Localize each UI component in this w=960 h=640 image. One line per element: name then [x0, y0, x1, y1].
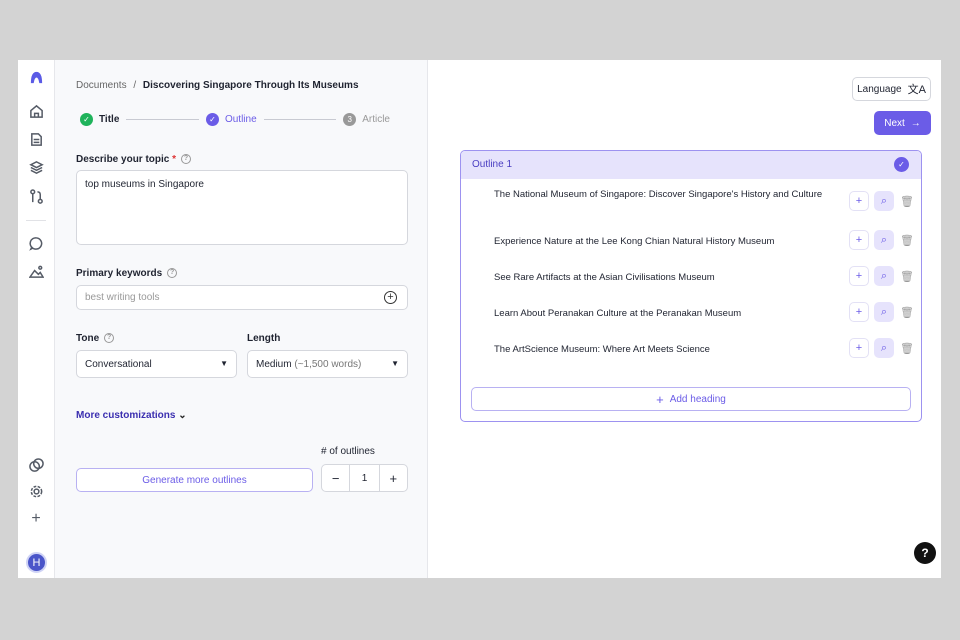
research-icon[interactable]: ⌕ [874, 230, 894, 250]
logo-icon[interactable] [27, 68, 45, 86]
chevron-down-icon: ⌄ [178, 410, 187, 421]
check-icon: ✓ [205, 113, 219, 126]
research-icon[interactable]: ⌕ [874, 191, 894, 211]
trash-icon[interactable]: 🗑 [897, 302, 917, 322]
settings-icon[interactable] [27, 482, 45, 500]
help-button[interactable]: ? [914, 542, 936, 564]
arrow-right-icon: → [910, 117, 921, 129]
add-icon[interactable]: + [27, 510, 45, 528]
step-label: Title [99, 114, 120, 125]
outline-title: Outline 1 [472, 159, 513, 170]
check-icon: ✓ [80, 113, 93, 126]
step-label: Outline [224, 114, 257, 125]
dropdown-arrow-icon: ▼ [391, 359, 399, 368]
more-customizations-link[interactable]: More customizations ⌄ [76, 410, 187, 421]
outline-heading[interactable]: See Rare Artifacts at the Asian Civilisa… [494, 272, 874, 284]
translate-icon: 文A [907, 84, 926, 96]
add-keyword-icon[interactable]: + [384, 291, 397, 304]
divider [26, 220, 46, 221]
outline-card[interactable]: Outline 1 ✓ The National Museum of Singap… [460, 150, 922, 422]
add-heading-button[interactable]: + Add heading [471, 387, 911, 411]
step-article[interactable]: 3 Article [343, 113, 390, 126]
breadcrumb-separator: / [133, 80, 137, 91]
topic-textarea[interactable]: top museums in Singapore [76, 170, 408, 245]
outlines-count-stepper: − 1 + [321, 464, 408, 492]
stepper: ✓ Title ✓ Outline 3 Article [80, 113, 390, 126]
length-select[interactable]: Medium (~1,500 words) ▼ [247, 350, 408, 378]
tone-select[interactable]: Conversational ▼ [76, 350, 237, 378]
outline-heading[interactable]: The ArtScience Museum: Where Art Meets S… [494, 344, 874, 356]
integrations-icon[interactable] [27, 456, 45, 474]
add-subheading-button[interactable]: + [849, 338, 869, 358]
document-icon[interactable] [27, 130, 45, 148]
research-icon[interactable]: ⌕ [874, 302, 894, 322]
step-title[interactable]: ✓ Title [80, 113, 119, 126]
add-subheading-button[interactable]: + [849, 230, 869, 250]
trash-icon[interactable]: 🗑 [897, 338, 917, 358]
generate-outlines-button[interactable]: Generate more outlines [76, 468, 313, 492]
check-icon[interactable]: ✓ [894, 157, 909, 172]
outlines-count-label: # of outlines [321, 446, 375, 457]
increment-button[interactable]: + [378, 465, 407, 491]
decrement-button[interactable]: − [322, 465, 351, 491]
avatar[interactable]: H [26, 552, 47, 573]
research-icon[interactable]: ⌕ [874, 266, 894, 286]
workflow-icon[interactable] [27, 187, 45, 205]
add-heading-label: Add heading [669, 393, 726, 405]
app-window: + H Documents / Discovering Singapore Th… [18, 60, 941, 578]
tone-value: Conversational [85, 359, 152, 370]
outline-heading[interactable]: Learn About Peranakan Culture at the Per… [494, 308, 874, 320]
help-icon[interactable]: ? [167, 268, 178, 279]
length-label: Length [247, 333, 281, 344]
sidebar: + H [18, 60, 55, 578]
next-label: Next [884, 117, 905, 129]
trash-icon[interactable]: 🗑 [897, 230, 917, 250]
add-subheading-button[interactable]: + [849, 266, 869, 286]
help-icon[interactable]: ? [181, 154, 192, 165]
tone-label: Tone? [76, 333, 115, 344]
home-icon[interactable] [27, 102, 45, 120]
add-subheading-button[interactable]: + [849, 191, 869, 211]
step-connector [126, 119, 199, 120]
dropdown-arrow-icon: ▼ [220, 359, 228, 368]
keywords-placeholder: best writing tools [85, 292, 160, 303]
outline-heading[interactable]: Experience Nature at the Lee Kong Chian … [494, 236, 874, 248]
outline-heading[interactable]: The National Museum of Singapore: Discov… [494, 189, 874, 201]
add-subheading-button[interactable]: + [849, 302, 869, 322]
help-icon[interactable]: ? [104, 333, 115, 344]
trash-icon[interactable]: 🗑 [897, 191, 917, 211]
step-label: Article [362, 114, 390, 125]
plus-icon: + [656, 391, 664, 407]
length-value: Medium [256, 359, 292, 370]
layers-icon[interactable] [27, 158, 45, 176]
step-number: 3 [343, 113, 357, 126]
topic-label: Describe your topic *? [76, 154, 192, 165]
research-icon[interactable]: ⌕ [874, 338, 894, 358]
length-detail: (~1,500 words) [294, 359, 362, 370]
trash-icon[interactable]: 🗑 [897, 266, 917, 286]
breadcrumb-current: Discovering Singapore Through Its Museum… [142, 80, 359, 91]
outline-panel: Language 文A Next → Outline 1 ✓ The National… [428, 60, 941, 578]
image-icon[interactable] [27, 262, 45, 280]
topic-value: top museums in Singapore [85, 179, 204, 190]
step-outline[interactable]: ✓ Outline [205, 113, 257, 126]
keywords-label: Primary keywords? [76, 268, 178, 279]
next-button[interactable]: Next → [874, 111, 931, 135]
language-label: Language [857, 83, 902, 95]
outlines-count-value[interactable]: 1 [350, 465, 378, 491]
step-connector [263, 119, 337, 120]
outline-header: Outline 1 ✓ [461, 151, 921, 179]
keywords-input[interactable]: best writing tools + [76, 285, 408, 310]
breadcrumb: Documents / Discovering Singapore Throug… [76, 80, 359, 91]
form-panel: Documents / Discovering Singapore Throug… [55, 60, 428, 578]
language-button[interactable]: Language 文A [852, 77, 931, 101]
breadcrumb-documents[interactable]: Documents [76, 80, 127, 91]
chat-icon[interactable] [27, 234, 45, 252]
